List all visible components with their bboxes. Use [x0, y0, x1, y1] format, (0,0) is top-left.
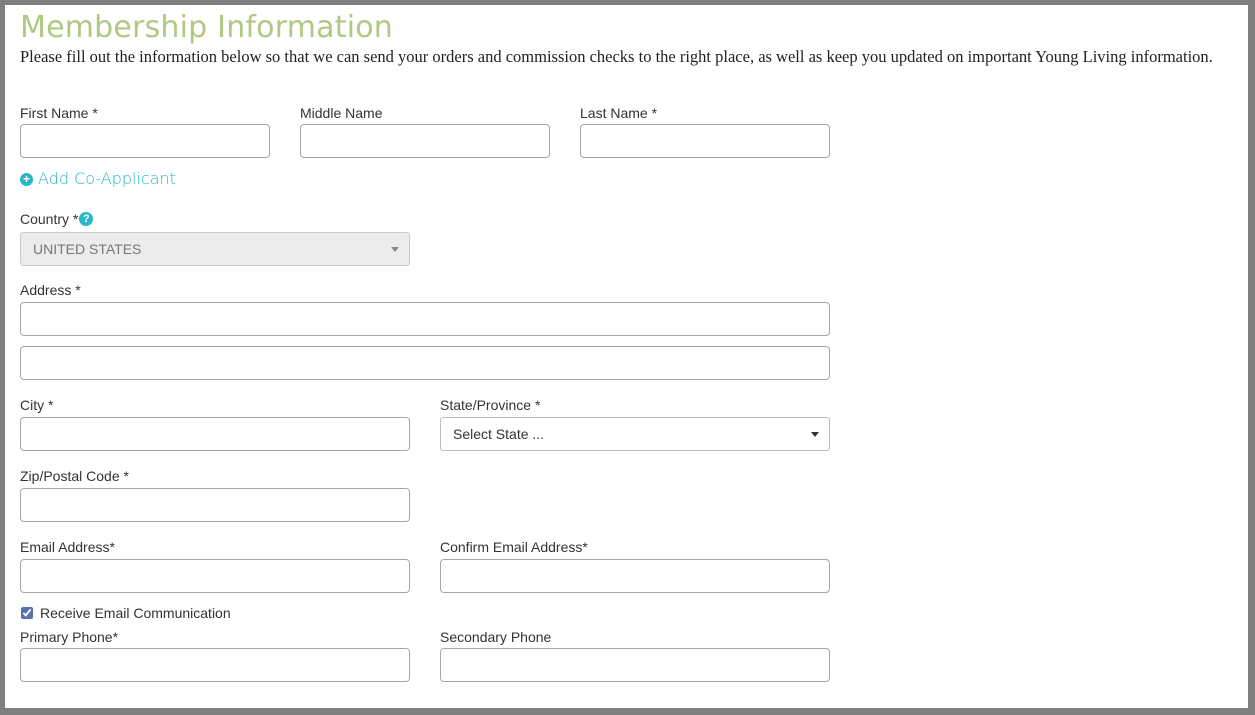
state-label: State/Province * — [440, 397, 541, 413]
intro-text: Please fill out the information below so… — [20, 47, 1213, 66]
membership-form-panel: Membership Information Please fill out t… — [5, 5, 1248, 708]
secondary-phone-label: Secondary Phone — [440, 629, 552, 645]
address-label: Address * — [20, 282, 81, 298]
add-co-applicant-link[interactable]: + Add Co-Applicant — [20, 169, 176, 189]
country-label-row: Country *? — [20, 211, 94, 227]
page-title: Membership Information — [20, 10, 394, 45]
receive-email-label: Receive Email Communication — [40, 605, 231, 621]
receive-email-row: Receive Email Communication — [21, 605, 231, 621]
middle-name-label: Middle Name — [300, 105, 383, 121]
address-line2-input[interactable] — [20, 346, 830, 380]
primary-phone-label: Primary Phone* — [20, 629, 119, 645]
zip-label: Zip/Postal Code * — [20, 468, 129, 484]
email-label: Email Address* — [20, 539, 115, 555]
chevron-down-icon — [391, 247, 399, 252]
city-label: City * — [20, 397, 54, 413]
chevron-down-icon — [811, 432, 819, 437]
plus-circle-icon: + — [20, 172, 33, 186]
country-select: UNITED STATES — [20, 232, 410, 266]
receive-email-checkbox[interactable] — [21, 607, 33, 619]
secondary-phone-input[interactable] — [440, 648, 830, 682]
last-name-input[interactable] — [580, 124, 830, 158]
last-name-label: Last Name * — [580, 105, 658, 121]
first-name-input[interactable] — [20, 124, 270, 158]
country-label: Country * — [20, 211, 79, 227]
middle-name-input[interactable] — [300, 124, 550, 158]
primary-phone-input[interactable] — [20, 648, 410, 682]
add-co-applicant-label: Add Co-Applicant — [38, 169, 176, 188]
state-select[interactable]: Select State ... — [440, 417, 830, 451]
address-line1-input[interactable] — [20, 302, 830, 336]
help-icon[interactable]: ? — [79, 212, 94, 226]
state-select-value: Select State ... — [453, 426, 545, 442]
confirm-email-label: Confirm Email Address* — [440, 539, 588, 555]
city-input[interactable] — [20, 417, 410, 451]
confirm-email-input[interactable] — [440, 559, 830, 593]
first-name-label: First Name * — [20, 105, 98, 121]
zip-input[interactable] — [20, 488, 410, 522]
country-select-value: UNITED STATES — [33, 241, 142, 257]
email-input[interactable] — [20, 559, 410, 593]
